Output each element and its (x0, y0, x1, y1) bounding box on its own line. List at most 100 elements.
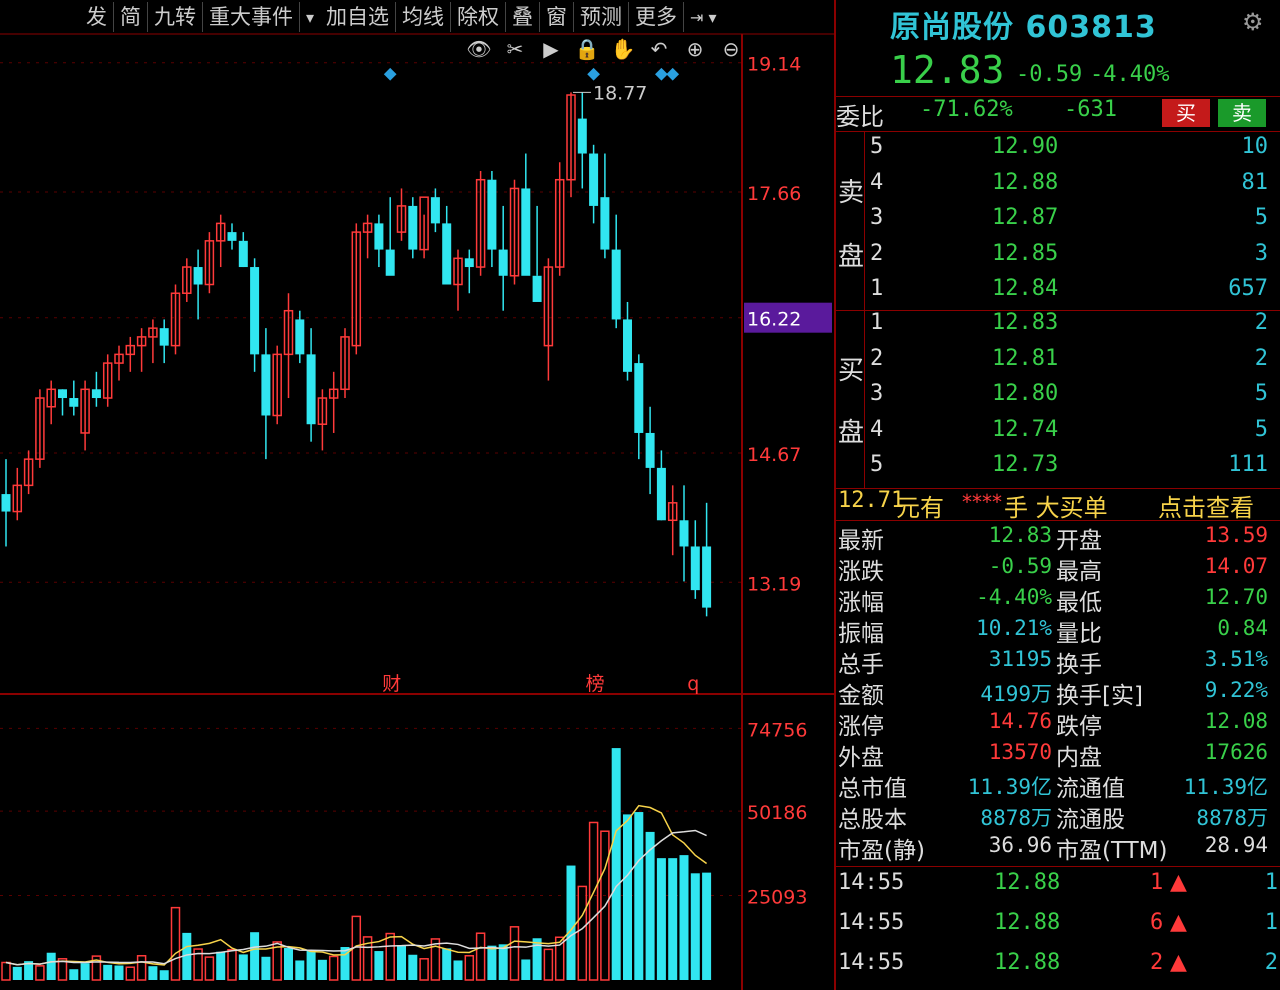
event-marker-0[interactable]: 财 (382, 673, 401, 695)
stat-value: 0.84 (1217, 616, 1268, 640)
candle-26 (295, 310, 305, 364)
stat-label: 市盈(静) (838, 838, 925, 864)
event-diamond-0[interactable] (383, 67, 397, 81)
bids-row[interactable]: 2 12.81 2 (836, 346, 1280, 380)
event-marker-2[interactable]: q (687, 673, 699, 695)
book-price: 12.74 (992, 416, 1059, 442)
toolbar-item-8[interactable]: 窗 (540, 2, 575, 32)
tick-price: 12.88 (994, 910, 1061, 935)
stat-label: 振幅 (838, 621, 884, 647)
candle-29 (328, 371, 339, 433)
candle-41 (464, 249, 474, 294)
candle-45 (509, 179, 520, 285)
big-order-row[interactable]: 12.71 元有 **** 手 大买单 点击查看 (836, 488, 1280, 523)
asks-row[interactable]: 5 12.90 10 (836, 134, 1280, 168)
weibi-row: 委比 -71.62% -631 (836, 97, 1117, 131)
sell-button[interactable]: 卖 (1218, 99, 1266, 127)
hand-icon[interactable]: ✋ (610, 36, 636, 62)
candle-28 (317, 389, 328, 451)
toolbar-item-0[interactable]: 发 (80, 2, 114, 32)
bids-row[interactable]: 1 12.83 2 (836, 310, 1280, 344)
kline-chart[interactable]: 19.14 17.66 16.22 14.67 13.19 74756 50186 25093… (0, 0, 834, 990)
book-level: 4 (870, 169, 884, 195)
expand-icon[interactable]: ⇥ ▾ (684, 8, 723, 27)
stat-label: 最高 (1056, 559, 1102, 585)
toolbar-item-7[interactable]: 叠 (506, 2, 541, 32)
volume-bar-35 (397, 944, 406, 980)
volume-bar-27 (306, 950, 316, 980)
book-volume: 3 (1254, 240, 1268, 266)
undo-icon[interactable]: ↶ (646, 36, 672, 62)
toolbar-item-6[interactable]: 除权 (451, 2, 507, 32)
tick-price: 12.88 (994, 950, 1061, 975)
asks-row[interactable]: 4 12.88 81 (836, 170, 1280, 204)
volume-bar-54 (611, 748, 621, 980)
volume-bar-37 (419, 958, 429, 981)
toolbar-item-3[interactable]: 重大事件 (203, 2, 300, 32)
play-icon[interactable]: ▶ (538, 36, 564, 62)
event-diamond-3[interactable] (666, 67, 680, 81)
stat-value: 3.51% (1204, 647, 1268, 671)
event-diamond-1[interactable] (587, 67, 600, 81)
asks-row[interactable]: 3 12.87 5 (836, 205, 1280, 239)
stat-value: -4.40% (976, 585, 1052, 609)
volume-bar-43 (487, 945, 497, 980)
candle-8 (91, 371, 101, 407)
candle-42 (475, 170, 486, 276)
candle-24 (272, 345, 282, 425)
quote-panel: 原尚股份 603813 ⚙ 12.83 -0.59 -4.40% 委比 -71.… (834, 0, 1280, 990)
toolbar-item-5[interactable]: 均线 (396, 2, 452, 32)
candle-60 (679, 485, 689, 582)
volume-bar-39 (442, 948, 452, 980)
volume-bar-20 (227, 948, 237, 981)
price-change: -0.59 (1016, 62, 1083, 87)
tick-volume: 2 (1150, 950, 1164, 975)
volume-bar-42 (475, 932, 486, 981)
asks-row[interactable]: 1 12.84 657 (836, 276, 1280, 310)
candle-56 (634, 354, 644, 460)
candle-40 (453, 249, 463, 311)
dropdown-icon[interactable]: ▾ (300, 8, 320, 27)
candle-51 (577, 92, 587, 189)
buy-button[interactable]: 买 (1162, 99, 1210, 127)
candle-46 (521, 153, 531, 276)
toolbar-item-9[interactable]: 预测 (574, 2, 630, 32)
event-diamond-2[interactable] (655, 67, 668, 81)
volume-bar-23 (261, 956, 271, 980)
stat-value: 8878万 (1196, 806, 1268, 830)
volume-bar-51 (577, 885, 588, 981)
toolbar-item-4[interactable]: 加自选 (320, 2, 397, 32)
candle-30 (340, 328, 350, 399)
book-volume: 657 (1228, 276, 1268, 302)
view-link[interactable]: 点击查看 (1158, 488, 1254, 523)
price-axis-label-4: 13.19 (747, 573, 801, 595)
price-axis-label-0: 19.14 (747, 54, 801, 76)
zoom-in-icon[interactable]: ⊕ (682, 36, 708, 62)
event-marker-1[interactable]: 榜 (586, 673, 605, 695)
tick-count: 1 (1264, 870, 1278, 895)
eye-icon[interactable]: 👁 (466, 36, 492, 62)
candle-61 (690, 520, 700, 599)
volume-bar-33 (374, 951, 384, 980)
toolbar-item-10[interactable]: 更多 (629, 2, 685, 32)
toolbar-item-2[interactable]: 九转 (148, 2, 203, 32)
candle-38 (430, 188, 440, 233)
gear-icon[interactable]: ⚙ (1242, 8, 1264, 36)
book-price: 12.85 (992, 240, 1059, 266)
stat-label: 跌停 (1056, 714, 1102, 740)
lock-icon[interactable]: 🔒 (574, 36, 600, 62)
candle-54 (611, 214, 621, 329)
zoom-out-icon[interactable]: ⊖ (718, 36, 744, 62)
volume-bar-4 (46, 952, 56, 980)
stats-row: 涨停 14.76 跌停 12.08 (836, 707, 1280, 741)
stats-row: 最新 12.83 开盘 13.59 (836, 521, 1280, 555)
candle-27 (306, 328, 316, 442)
toolbar-item-1[interactable]: 简 (114, 2, 148, 32)
scissors-icon[interactable]: ✂ (502, 36, 528, 62)
bids-row[interactable]: 4 12.74 5 (836, 417, 1280, 451)
bids-row[interactable]: 5 12.73 111 (836, 452, 1280, 486)
volume-bar-61 (690, 873, 700, 980)
asks-row[interactable]: 2 12.85 3 (836, 241, 1280, 275)
bids-row[interactable]: 3 12.80 5 (836, 381, 1280, 415)
stats-row: 市盈(静) 36.96 市盈(TTM) 28.94 (836, 831, 1280, 865)
